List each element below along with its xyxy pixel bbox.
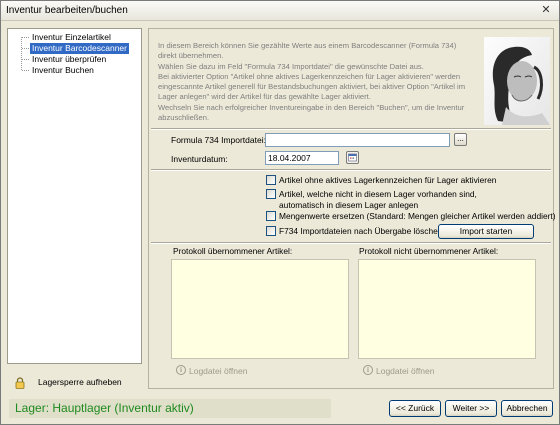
rejected-log-area[interactable] <box>358 259 536 359</box>
import-start-button[interactable]: Import starten <box>438 224 534 239</box>
info-line: Wählen Sie dazu im Feld "Formula 734 Imp… <box>158 61 424 71</box>
window-title: Inventur bearbeiten/buchen <box>6 5 128 16</box>
create-articles-checkbox[interactable] <box>266 189 276 199</box>
inventory-dialog: Inventur bearbeiten/buchen ✕ Inventur Ei… <box>0 0 560 425</box>
accepted-log-area[interactable] <box>171 259 349 359</box>
next-button[interactable]: Weiter >> <box>445 400 497 417</box>
info-description: In diesem Bereich können Sie gezählte We… <box>158 41 476 123</box>
replace-quantities-checkbox[interactable] <box>266 211 276 221</box>
create-articles-label[interactable]: Artikel, welche nicht in diesem Lager vo… <box>279 189 477 199</box>
navigation-tree: Inventur Einzelartikel Inventur Barcodes… <box>7 28 142 364</box>
import-file-label: Formula 734 Importdatei: <box>171 135 266 145</box>
open-rejected-log-link[interactable]: Logdatei öffnen <box>376 366 434 376</box>
back-button[interactable]: << Zurück <box>389 400 441 417</box>
accepted-log-label: Protokoll übernommener Artikel: <box>173 246 293 256</box>
cancel-button[interactable]: Abbrechen <box>501 400 553 417</box>
lock-icon[interactable] <box>15 377 25 389</box>
delete-after-import-checkbox[interactable] <box>266 226 276 236</box>
title-bar[interactable]: Inventur bearbeiten/buchen ✕ <box>1 1 559 21</box>
replace-quantities-label[interactable]: Mengenwerte ersetzen (Standard: Mengen g… <box>279 211 556 221</box>
info-icon: i <box>176 365 186 375</box>
rejected-log-label: Protokoll nicht übernommener Artikel: <box>359 246 499 256</box>
info-line: abzuschließen. <box>158 113 210 123</box>
activate-articles-checkbox[interactable] <box>266 175 276 185</box>
nav-item-einzelartikel[interactable]: Inventur Einzelartikel <box>30 32 113 43</box>
tree-connector <box>22 70 29 71</box>
info-line: Bei aktivierter Option "Artikel ohne akt… <box>158 71 461 81</box>
tree-connector <box>22 48 29 49</box>
storage-status-text: Lager: Hauptlager (Inventur aktiv) <box>15 401 194 415</box>
activate-articles-label[interactable]: Artikel ohne aktives Lagerkennzeichen fü… <box>279 175 496 185</box>
delete-after-import-label[interactable]: F734 Importdateien nach Übergabe löschen <box>279 226 442 236</box>
tree-connector <box>21 37 22 70</box>
import-file-input[interactable] <box>265 133 450 147</box>
info-line: eingescannte Artikel generell für Bestan… <box>158 82 466 92</box>
tree-connector <box>22 37 29 38</box>
nav-item-buchen[interactable]: Inventur Buchen <box>30 65 96 76</box>
info-line: In diesem Bereich können Sie gezählte We… <box>158 41 457 50</box>
separator <box>151 169 551 171</box>
info-line: Lager anlegen" wird der Artikel für das … <box>158 92 371 102</box>
unlock-storage-label[interactable]: Lagersperre aufheben <box>38 377 122 387</box>
info-line: direkt übernehmen. <box>158 51 224 61</box>
separator <box>151 242 551 244</box>
browse-button[interactable]: ... <box>454 133 467 146</box>
status-bar: Lager: Hauptlager (Inventur aktiv) <box>9 399 331 418</box>
user-photo <box>484 37 550 125</box>
close-icon[interactable]: ✕ <box>539 4 553 18</box>
barcode-import-panel: In diesem Bereich können Sie gezählte We… <box>148 28 556 389</box>
nav-item-barcodescanner[interactable]: Inventur Barcodescanner <box>30 43 129 54</box>
tree-connector <box>22 59 29 60</box>
info-line: Wechseln Sie nach erfolgreicher Inventur… <box>158 102 465 112</box>
open-accepted-log-link[interactable]: Logdatei öffnen <box>189 366 247 376</box>
nav-item-ueberpruefen[interactable]: Inventur überprüfen <box>30 54 108 65</box>
inventory-date-label: Inventurdatum: <box>171 154 228 164</box>
inventory-date-input[interactable]: 18.04.2007 <box>265 151 339 165</box>
calendar-icon[interactable] <box>346 151 359 164</box>
info-icon: i <box>363 365 373 375</box>
separator <box>151 128 551 130</box>
create-articles-label-continued[interactable]: automatisch in diesem Lager anlegen <box>279 200 418 210</box>
